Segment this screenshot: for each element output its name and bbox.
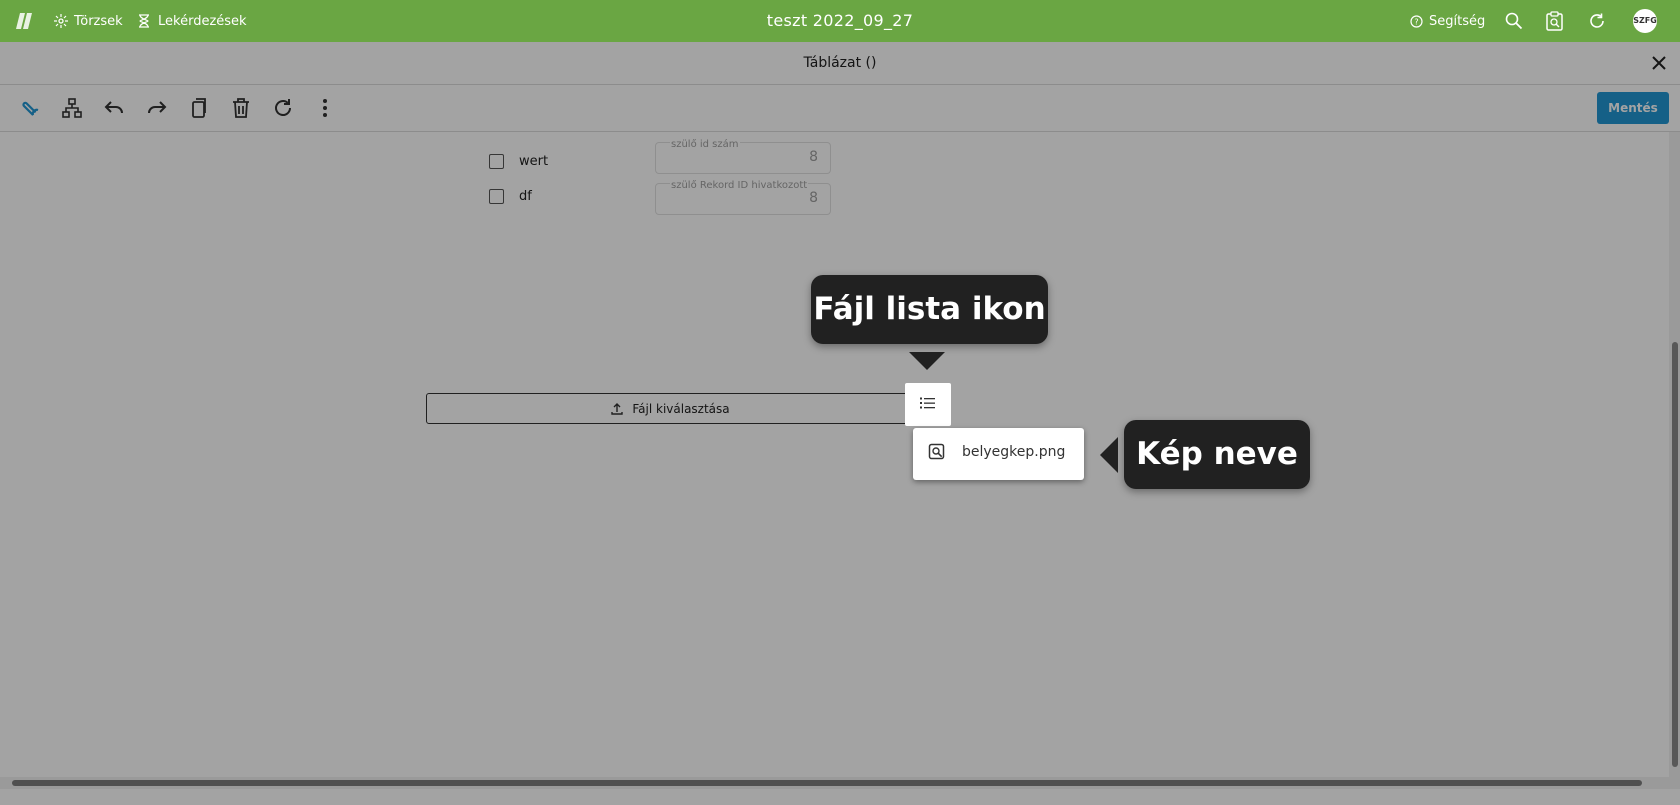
svg-text:?: ? [1414, 17, 1418, 26]
clipboard-search-icon [1546, 11, 1563, 31]
image-preview-icon [928, 443, 945, 460]
top-app-bar: Törzsek Lekérdezések teszt 2022_09_27 ? … [0, 0, 1680, 42]
help-icon: ? [1410, 14, 1423, 28]
file-list-item[interactable]: belyegkep.png [917, 432, 1080, 472]
search-button[interactable] [1505, 0, 1523, 42]
file-list-button[interactable] [905, 383, 951, 426]
user-avatar[interactable]: SZFG [1633, 9, 1657, 33]
tutorial-overlay [0, 42, 1680, 805]
help-link[interactable]: ? Segítség [1410, 0, 1485, 42]
help-label: Segítség [1429, 13, 1486, 29]
refresh-icon [1590, 13, 1604, 28]
refresh-app-button[interactable] [1588, 0, 1606, 42]
tooltip-arrow-down [909, 352, 945, 370]
file-name: belyegkep.png [962, 444, 1066, 460]
tooltip-image-name: Kép neve [1124, 420, 1310, 489]
search-icon [1505, 12, 1523, 30]
list-icon [920, 397, 935, 409]
file-list-popup: belyegkep.png [913, 428, 1084, 480]
tooltip-arrow-left [1100, 437, 1118, 473]
tooltip-file-list-icon: Fájl lista ikon [811, 275, 1048, 344]
clipboard-search-button[interactable] [1546, 0, 1564, 42]
